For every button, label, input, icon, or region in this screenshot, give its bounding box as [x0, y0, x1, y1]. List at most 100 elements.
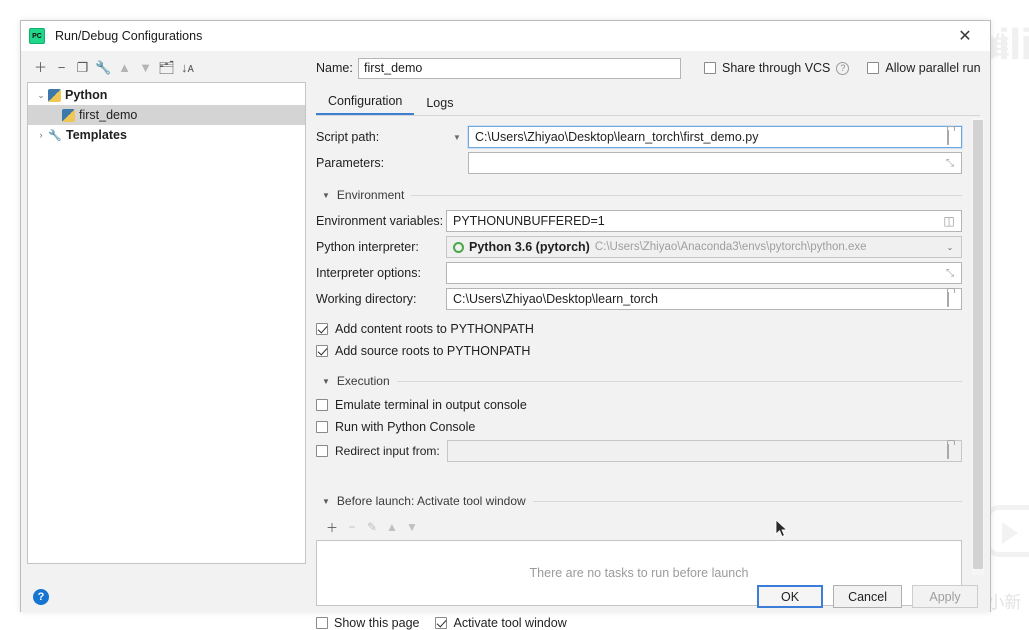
share-through-vcs-label: Share through VCS — [722, 61, 831, 75]
environment-variables-row: Environment variables: PYTHONUNBUFFERED=… — [316, 208, 962, 234]
activate-tool-window-checkbox[interactable]: Activate tool window — [435, 616, 567, 630]
before-launch-section-header[interactable]: ▼ Before launch: Activate tool window — [316, 490, 962, 512]
vertical-scrollbar[interactable] — [972, 118, 984, 575]
wrench-icon: 🔧 — [48, 129, 62, 142]
environment-section-header[interactable]: ▼ Environment — [316, 184, 962, 206]
edit-templates-button[interactable]: 🔧 — [94, 58, 113, 77]
add-task-button[interactable]: ＋ — [324, 519, 340, 535]
chevron-down-icon[interactable]: ⌄ — [34, 90, 48, 101]
ok-button[interactable]: OK — [757, 585, 824, 608]
tree-node-label: Templates — [66, 128, 127, 142]
tab-configuration[interactable]: Configuration — [316, 91, 415, 115]
checkbox-box[interactable] — [316, 345, 328, 357]
tab-logs[interactable]: Logs — [414, 93, 465, 115]
environment-section-label: Environment — [336, 188, 405, 202]
chevron-down-icon[interactable]: ⌄ — [942, 243, 958, 252]
help-icon[interactable]: ? — [836, 61, 850, 75]
allow-parallel-run-label: Allow parallel run — [885, 61, 981, 75]
interpreter-options-input[interactable]: ⤡ — [446, 262, 962, 284]
run-with-python-console-checkbox[interactable]: Run with Python Console — [316, 416, 962, 438]
redirect-input-label: Redirect input from: — [335, 444, 440, 458]
tree-node-label: first_demo — [79, 108, 138, 122]
configurations-panel: ＋ − ❐ 🔧 ▲ ▼ 🗂 ↓ᴀ ⌄ Python first_demo › 🔧… — [21, 51, 306, 582]
new-folder-button[interactable]: 🗂 — [157, 58, 176, 77]
name-row: Name: Share through VCS ? Allow parallel… — [316, 57, 990, 79]
cancel-button[interactable]: Cancel — [833, 585, 902, 608]
add-content-roots-label: Add content roots to PYTHONPATH — [335, 322, 534, 336]
script-path-row: Script path: ▼ C:\Users\Zhiyao\Desktop\l… — [316, 124, 963, 150]
folder-icon[interactable] — [940, 130, 958, 145]
show-this-page-label: Show this page — [334, 616, 420, 630]
parameters-label: Parameters: — [316, 156, 385, 170]
before-launch-label: Before launch: Activate tool window — [336, 494, 526, 508]
sort-configurations-button[interactable]: ↓ᴀ — [178, 58, 197, 77]
chevron-down-icon[interactable]: ▼ — [322, 497, 330, 506]
share-through-vcs-checkbox[interactable]: Share through VCS — [704, 61, 830, 75]
help-icon[interactable]: ? — [33, 588, 49, 605]
task-move-down-button[interactable]: ▼ — [404, 519, 420, 535]
python-interpreter-combo[interactable]: Python 3.6 (pytorch) C:\Users\Zhiyao\Ana… — [446, 236, 962, 258]
chevron-down-icon[interactable]: ▼ — [322, 191, 330, 200]
working-directory-row: Working directory: C:\Users\Zhiyao\Deskt… — [316, 286, 962, 312]
show-this-page-checkbox[interactable]: Show this page — [316, 616, 419, 630]
checkbox-box[interactable] — [867, 62, 880, 74]
task-move-up-button[interactable]: ▲ — [384, 519, 400, 535]
folder-icon[interactable] — [940, 444, 958, 459]
folder-icon[interactable] — [940, 292, 958, 307]
run-with-python-console-label: Run with Python Console — [335, 420, 476, 434]
move-down-button[interactable]: ▼ — [136, 58, 155, 77]
move-up-button[interactable]: ▲ — [115, 58, 134, 77]
checkbox-box[interactable] — [704, 62, 716, 74]
add-content-roots-checkbox[interactable]: Add content roots to PYTHONPATH — [316, 318, 962, 340]
redirect-input-field[interactable] — [447, 440, 962, 462]
checkbox-box[interactable] — [316, 399, 328, 411]
chevron-down-icon[interactable]: ▼ — [322, 377, 330, 386]
tree-node-templates[interactable]: › 🔧 Templates — [28, 125, 305, 145]
redirect-input-row: Redirect input from: — [316, 438, 962, 464]
edit-task-button[interactable]: ✎ — [364, 519, 380, 535]
chevron-right-icon[interactable]: › — [34, 130, 48, 140]
tree-toolbar: ＋ − ❐ 🔧 ▲ ▼ 🗂 ↓ᴀ — [27, 55, 306, 79]
emulate-terminal-label: Emulate terminal in output console — [335, 398, 527, 412]
tree-node-python[interactable]: ⌄ Python — [28, 85, 305, 105]
environment-variables-input[interactable]: PYTHONUNBUFFERED=1 ◫ — [446, 210, 962, 232]
name-input[interactable] — [358, 57, 681, 79]
script-path-input[interactable]: C:\Users\Zhiyao\Desktop\learn_torch\firs… — [467, 125, 963, 149]
apply-button[interactable]: Apply — [912, 585, 978, 608]
add-source-roots-checkbox[interactable]: Add source roots to PYTHONPATH — [316, 340, 962, 362]
add-source-roots-label: Add source roots to PYTHONPATH — [335, 344, 531, 358]
activate-tool-window-label: Activate tool window — [453, 616, 567, 630]
working-directory-label: Working directory: — [316, 292, 417, 306]
allow-parallel-run-checkbox[interactable]: Allow parallel run — [867, 61, 981, 75]
copy-configuration-button[interactable]: ❐ — [73, 58, 92, 77]
redirect-input-checkbox[interactable] — [316, 445, 328, 457]
expand-editor-icon[interactable]: ⤡ — [942, 268, 958, 279]
close-icon[interactable]: ✕ — [944, 21, 986, 51]
checkbox-box[interactable] — [435, 617, 448, 629]
section-divider — [411, 194, 962, 196]
dialog-title: Run/Debug Configurations — [55, 29, 203, 43]
checkbox-box[interactable] — [316, 617, 328, 629]
expand-editor-icon[interactable]: ⤡ — [942, 158, 958, 169]
checkbox-box[interactable] — [316, 323, 328, 335]
list-editor-icon[interactable]: ◫ — [940, 214, 958, 228]
parameters-input[interactable]: ⤡ — [468, 152, 962, 174]
execution-section-header[interactable]: ▼ Execution — [316, 370, 962, 392]
configuration-scroll-area: Script path: ▼ C:\Users\Zhiyao\Desktop\l… — [316, 116, 990, 630]
python-interpreter-row: Python interpreter: Python 3.6 (pytorch)… — [316, 234, 962, 260]
working-directory-input[interactable]: C:\Users\Zhiyao\Desktop\learn_torch — [446, 288, 962, 310]
configurations-tree[interactable]: ⌄ Python first_demo › 🔧 Templates — [27, 82, 306, 564]
scrollbar-thumb[interactable] — [973, 120, 983, 569]
tree-node-first-demo[interactable]: first_demo — [28, 105, 305, 125]
remove-task-button[interactable]: − — [344, 519, 360, 535]
chevron-down-icon[interactable]: ▼ — [446, 133, 468, 142]
remove-configuration-button[interactable]: − — [52, 58, 71, 77]
environment-variables-value: PYTHONUNBUFFERED=1 — [453, 214, 605, 228]
emulate-terminal-checkbox[interactable]: Emulate terminal in output console — [316, 394, 962, 416]
bilibili-tv-watermark-icon — [985, 505, 1029, 557]
add-configuration-button[interactable]: ＋ — [31, 58, 50, 77]
execution-section-label: Execution — [336, 374, 390, 388]
section-divider — [396, 380, 962, 382]
interpreter-options-row: Interpreter options: ⤡ — [316, 260, 962, 286]
checkbox-box[interactable] — [316, 421, 328, 433]
